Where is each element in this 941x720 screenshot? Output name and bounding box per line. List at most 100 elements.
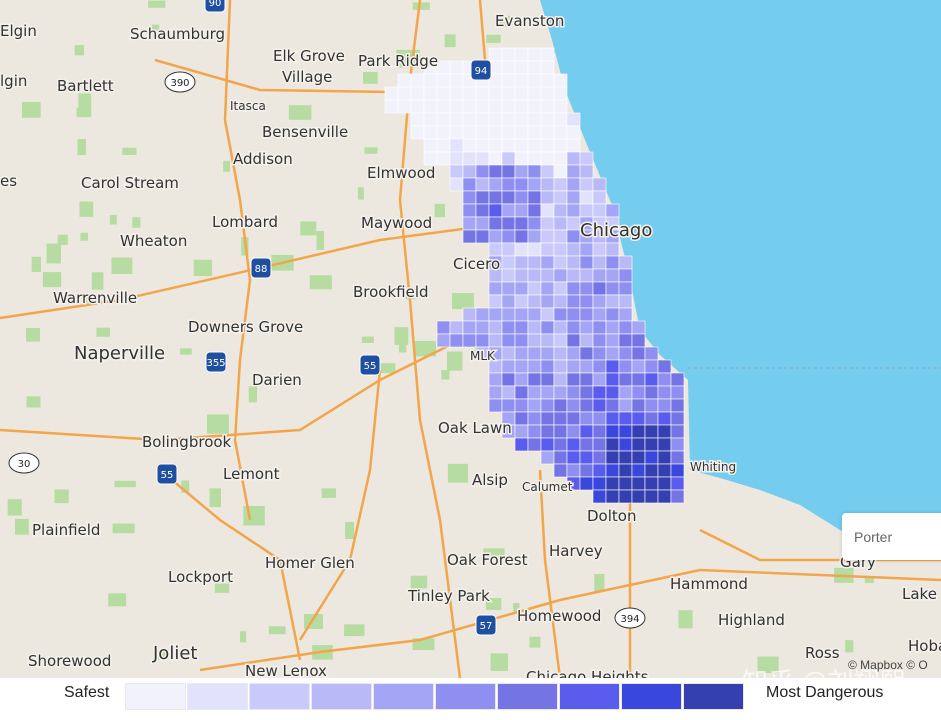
tract-cell[interactable] — [540, 333, 555, 348]
tract-cell[interactable] — [553, 242, 568, 257]
tract-cell[interactable] — [592, 359, 607, 374]
tract-cell[interactable] — [592, 424, 607, 439]
tract-cell[interactable] — [501, 333, 516, 348]
tract-cell[interactable] — [501, 138, 516, 153]
tract-cell[interactable] — [501, 47, 516, 62]
tract-cell[interactable] — [579, 164, 594, 179]
tract-cell[interactable] — [540, 294, 555, 309]
tract-cell[interactable] — [540, 424, 555, 439]
tract-cell[interactable] — [553, 177, 568, 192]
tract-cell[interactable] — [501, 320, 516, 335]
tract-cell[interactable] — [592, 437, 607, 452]
tract-cell[interactable] — [540, 138, 555, 153]
tract-cell[interactable] — [462, 190, 477, 205]
tract-cell[interactable] — [553, 307, 568, 322]
tract-cell[interactable] — [579, 268, 594, 283]
tract-cell[interactable] — [644, 463, 659, 478]
tract-cell[interactable] — [501, 398, 516, 413]
tract-cell[interactable] — [488, 229, 503, 244]
tract-cell[interactable] — [605, 437, 620, 452]
tract-cell[interactable] — [488, 47, 503, 62]
tract-cell[interactable] — [553, 151, 568, 166]
tract-cell[interactable] — [436, 320, 451, 335]
tract-cell[interactable] — [449, 112, 464, 127]
tract-cell[interactable] — [501, 229, 516, 244]
tract-cell[interactable] — [501, 372, 516, 387]
tract-cell[interactable] — [579, 450, 594, 465]
tract-cell[interactable] — [566, 463, 581, 478]
tract-cell[interactable] — [397, 73, 412, 88]
tract-cell[interactable] — [605, 255, 620, 270]
tract-cell[interactable] — [553, 86, 568, 101]
tract-cell[interactable] — [514, 294, 529, 309]
tract-cell[interactable] — [579, 281, 594, 296]
tract-cell[interactable] — [605, 294, 620, 309]
tract-cell[interactable] — [449, 125, 464, 140]
tract-cell[interactable] — [501, 346, 516, 361]
tract-cell[interactable] — [670, 463, 685, 478]
tract-cell[interactable] — [540, 450, 555, 465]
tract-cell[interactable] — [566, 333, 581, 348]
tract-cell[interactable] — [514, 359, 529, 374]
tract-cell[interactable] — [592, 346, 607, 361]
tract-cell[interactable] — [631, 398, 646, 413]
tract-cell[interactable] — [462, 138, 477, 153]
tract-cell[interactable] — [436, 125, 451, 140]
tract-cell[interactable] — [540, 398, 555, 413]
tract-cell[interactable] — [657, 359, 672, 374]
tract-cell[interactable] — [527, 229, 542, 244]
tract-cell[interactable] — [397, 99, 412, 114]
tract-cell[interactable] — [657, 450, 672, 465]
tract-cell[interactable] — [553, 359, 568, 374]
tract-cell[interactable] — [514, 47, 529, 62]
tract-cell[interactable] — [670, 437, 685, 452]
tract-cell[interactable] — [527, 60, 542, 75]
tract-cell[interactable] — [618, 268, 633, 283]
tract-cell[interactable] — [488, 307, 503, 322]
tract-cell[interactable] — [670, 424, 685, 439]
tract-cell[interactable] — [514, 242, 529, 257]
tract-cell[interactable] — [501, 281, 516, 296]
tract-cell[interactable] — [631, 359, 646, 374]
tract-cell[interactable] — [462, 164, 477, 179]
tract-cell[interactable] — [475, 138, 490, 153]
tract-cell[interactable] — [488, 190, 503, 205]
tract-cell[interactable] — [501, 73, 516, 88]
tract-cell[interactable] — [579, 346, 594, 361]
tract-cell[interactable] — [592, 190, 607, 205]
tract-cell[interactable] — [579, 372, 594, 387]
tract-cell[interactable] — [436, 99, 451, 114]
tract-cell[interactable] — [540, 73, 555, 88]
tract-cell[interactable] — [488, 398, 503, 413]
tract-cell[interactable] — [475, 229, 490, 244]
tract-cell[interactable] — [540, 164, 555, 179]
tract-cell[interactable] — [566, 112, 581, 127]
tract-cell[interactable] — [462, 151, 477, 166]
tract-cell[interactable] — [579, 424, 594, 439]
tract-cell[interactable] — [423, 86, 438, 101]
tract-cell[interactable] — [514, 151, 529, 166]
tract-cell[interactable] — [579, 333, 594, 348]
tract-cell[interactable] — [527, 47, 542, 62]
tract-cell[interactable] — [605, 203, 620, 218]
tract-cell[interactable] — [566, 203, 581, 218]
tract-cell[interactable] — [553, 346, 568, 361]
tract-cell[interactable] — [501, 242, 516, 257]
tract-cell[interactable] — [514, 229, 529, 244]
tract-cell[interactable] — [618, 255, 633, 270]
tract-cell[interactable] — [579, 385, 594, 400]
tract-cell[interactable] — [566, 372, 581, 387]
tract-cell[interactable] — [553, 450, 568, 465]
tract-cell[interactable] — [592, 242, 607, 257]
tract-cell[interactable] — [488, 151, 503, 166]
tract-cell[interactable] — [475, 164, 490, 179]
tract-cell[interactable] — [449, 99, 464, 114]
tract-cell[interactable] — [410, 125, 425, 140]
tract-cell[interactable] — [488, 138, 503, 153]
tract-cell[interactable] — [449, 164, 464, 179]
tract-cell[interactable] — [540, 307, 555, 322]
tract-cell[interactable] — [540, 151, 555, 166]
tract-cell[interactable] — [553, 294, 568, 309]
tract-cell[interactable] — [514, 216, 529, 231]
tract-cell[interactable] — [579, 476, 594, 491]
